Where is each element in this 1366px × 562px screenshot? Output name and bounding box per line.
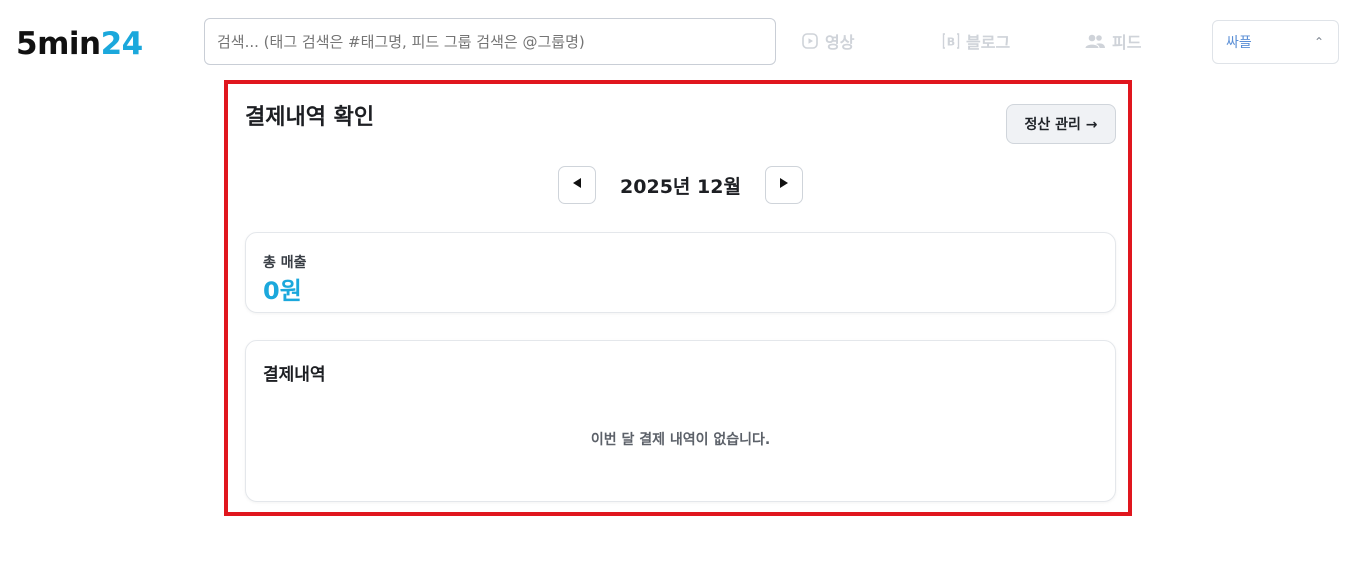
caret-right-icon — [778, 177, 790, 193]
nav-blog[interactable]: B 블로그 — [942, 30, 1010, 52]
nav-feed[interactable]: 피드 — [1084, 30, 1141, 52]
settlement-manage-button[interactable]: 정산 관리 → — [1006, 104, 1116, 144]
payments-title: 결제내역 — [263, 365, 326, 385]
user-name: 싸플 — [1226, 35, 1252, 51]
logo-text: 5min — [16, 26, 101, 62]
total-sales-value: 0원 — [263, 277, 302, 305]
empty-state-message: 이번 달 결제 내역이 없습니다. — [590, 432, 771, 448]
next-month-button[interactable] — [765, 166, 803, 204]
logo-accent-text: 24 — [100, 26, 144, 62]
chevron-up-icon: ⌃ — [1313, 35, 1324, 49]
payments-card: 결제내역 이번 달 결제 내역이 없습니다. — [245, 340, 1116, 502]
current-month: 2025년 12월 — [620, 176, 741, 198]
users-icon — [1084, 32, 1106, 50]
total-sales-card: 총 매출 0원 — [245, 232, 1116, 313]
nav-blog-label: 블로그 — [966, 33, 1011, 52]
total-sales-label: 총 매출 — [263, 255, 307, 271]
nav-video[interactable]: 영상 — [801, 30, 854, 52]
nav-feed-label: 피드 — [1112, 33, 1142, 52]
caret-left-icon — [571, 177, 583, 193]
page-title: 결제내역 확인 — [245, 105, 375, 130]
video-icon — [801, 32, 819, 50]
blog-icon: B — [942, 32, 960, 50]
user-menu-select[interactable]: 싸플 ⌃ — [1212, 20, 1339, 64]
logo[interactable]: 5min24 — [16, 24, 143, 64]
prev-month-button[interactable] — [558, 166, 596, 204]
top-header: 5min24 영상 B 블로그 피드 싸플 ⌃ — [0, 0, 1366, 80]
svg-text:B: B — [947, 36, 955, 49]
nav-video-label: 영상 — [825, 33, 855, 52]
search-input[interactable] — [204, 18, 776, 65]
